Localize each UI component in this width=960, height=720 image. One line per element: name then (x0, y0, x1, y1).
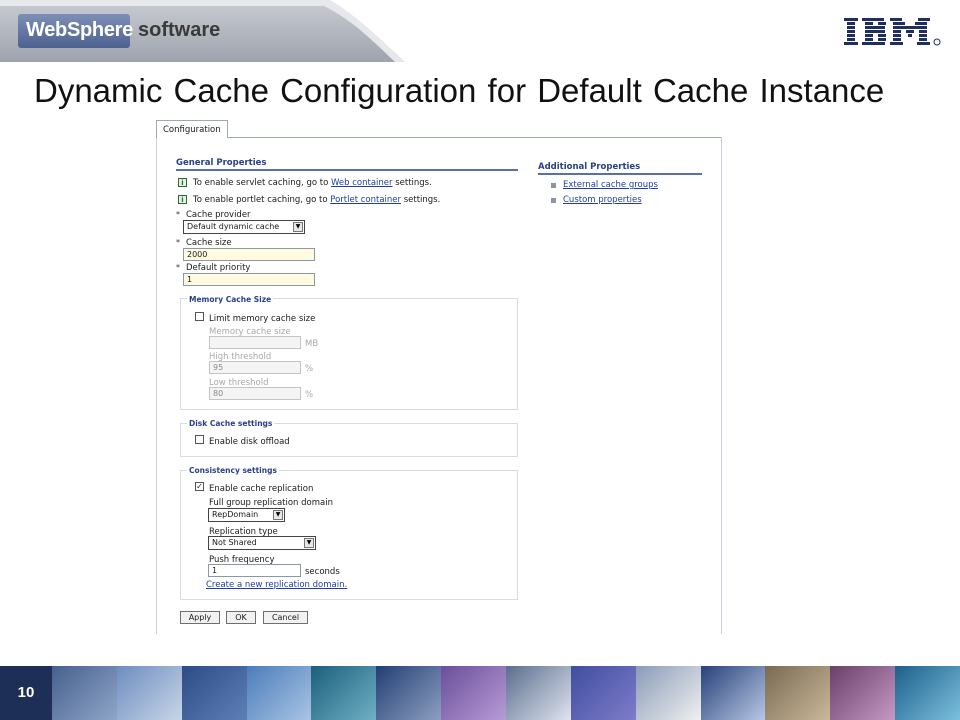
required-marker: * (176, 238, 180, 247)
high-threshold-unit: % (305, 364, 314, 374)
default-priority-input[interactable]: 1 (183, 273, 315, 286)
footer-tile-image (570, 666, 636, 720)
ok-button[interactable]: OK (226, 611, 256, 624)
footer-tile-image (246, 666, 312, 720)
cache-size-input[interactable]: 2000 (183, 248, 315, 261)
info-icon: i (178, 178, 187, 187)
slide-header: WebSphere software (0, 0, 960, 62)
footer-tile-image (311, 666, 377, 720)
footer-tile-image (441, 666, 507, 720)
footer-tile-image (181, 666, 247, 720)
replication-domain-label: Full group replication domain (209, 498, 333, 508)
footer-tile-image (376, 666, 442, 720)
servlet-caching-info: To enable servlet caching, go to Web con… (193, 178, 432, 188)
low-threshold-input[interactable]: 80 (209, 387, 301, 400)
cache-replication-checkbox[interactable]: ✓ (195, 482, 204, 491)
footer-tile-image (830, 666, 896, 720)
low-threshold-unit: % (305, 390, 314, 400)
websphere-brand-text: WebSphere (26, 19, 133, 41)
portlet-container-link[interactable]: Portlet container (330, 195, 401, 205)
footer-tile-image (506, 666, 571, 720)
external-cache-groups-link[interactable]: External cache groups (563, 180, 658, 190)
additional-properties-heading: Additional Properties (538, 162, 641, 172)
tab-configuration[interactable]: Configuration (156, 120, 228, 138)
footer-tile-image (895, 666, 960, 720)
required-marker: * (176, 263, 180, 272)
footer-tile-image (765, 666, 831, 720)
chevron-down-icon[interactable]: ▼ (304, 538, 314, 548)
footer-image-strip (52, 666, 960, 720)
footer-tile-image (116, 666, 182, 720)
disk-offload-checkbox[interactable] (195, 435, 204, 444)
page-number: 10 (0, 666, 52, 720)
custom-properties-link[interactable]: Custom properties (563, 195, 642, 205)
create-replication-domain-link[interactable]: Create a new replication domain. (206, 580, 347, 590)
info-icon: i (178, 195, 187, 204)
chevron-down-icon[interactable]: ▼ (273, 510, 283, 520)
memory-size-input[interactable] (209, 336, 301, 349)
portlet-caching-info: To enable portlet caching, go to Portlet… (193, 195, 441, 205)
high-threshold-input[interactable]: 95 (209, 361, 301, 374)
software-brand-text: software (138, 19, 221, 41)
footer-tile-image (52, 666, 117, 720)
footer-tile-image (700, 666, 766, 720)
replication-domain-select[interactable]: RepDomain ▼ (208, 508, 285, 522)
limit-memory-checkbox[interactable] (195, 312, 204, 321)
chevron-down-icon[interactable]: ▼ (293, 222, 303, 232)
limit-memory-label: Limit memory cache size (209, 314, 316, 324)
slide-title: Dynamic Cache Configuration for Default … (34, 72, 885, 109)
cache-provider-label: Cache provider (186, 210, 251, 220)
consistency-title: Consistency settings (187, 466, 279, 475)
push-frequency-input[interactable]: 1 (208, 564, 301, 577)
cache-size-label: Cache size (186, 238, 232, 248)
disk-offload-label: Enable disk offload (209, 437, 290, 447)
apply-button[interactable]: Apply (180, 611, 220, 624)
cache-replication-label: Enable cache replication (209, 484, 314, 494)
bullet-icon (551, 198, 556, 203)
push-frequency-unit: seconds (305, 567, 340, 577)
cache-provider-select[interactable]: Default dynamic cache ▼ (183, 220, 305, 234)
disk-cache-title: Disk Cache settings (187, 419, 275, 428)
replication-type-select[interactable]: Not Shared ▼ (208, 536, 316, 550)
additional-properties-rule (538, 173, 702, 175)
default-priority-label: Default priority (186, 263, 251, 273)
bullet-icon (551, 183, 556, 188)
configuration-panel: Configuration General Properties i To en… (156, 120, 722, 634)
footer-tile-image (635, 666, 701, 720)
general-properties-heading: General Properties (176, 158, 267, 168)
memory-cache-title: Memory Cache Size (187, 295, 274, 304)
general-properties-rule (176, 169, 518, 171)
web-container-link[interactable]: Web container (331, 178, 393, 188)
memory-size-unit: MB (305, 339, 319, 349)
ibm-logo (844, 18, 941, 46)
required-marker: * (176, 210, 180, 219)
cancel-button[interactable]: Cancel (263, 611, 308, 624)
